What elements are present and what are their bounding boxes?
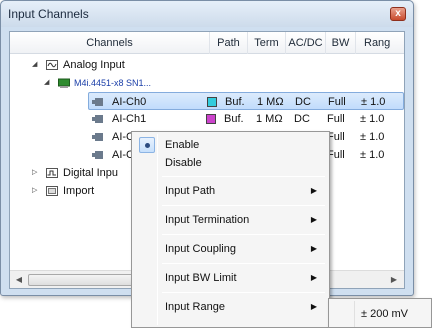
cell-range: ± 1.0 xyxy=(360,131,385,143)
expand-open-icon[interactable]: ◢ xyxy=(32,61,40,69)
cell-term: 1 MΩ xyxy=(257,96,284,108)
cell-range: ± 1.0 xyxy=(361,96,386,108)
menu-separator xyxy=(162,292,325,293)
menu-separator xyxy=(162,176,325,177)
cell-bw: Full xyxy=(328,96,346,108)
menu-item-input-termination[interactable]: Input Termination ▶ xyxy=(134,209,327,231)
input-range-submenu: ± 200 mV xyxy=(328,298,432,328)
channel-context-menu: Enable Disable Input Path ▶ Input Termin… xyxy=(131,131,330,328)
tree-item-device[interactable]: ◢ M4i.4451-x8 SN1... xyxy=(10,74,404,92)
submenu-arrow-icon: ▶ xyxy=(310,244,317,253)
channel-color-swatch[interactable] xyxy=(207,97,217,107)
scroll-right-icon[interactable]: ▶ xyxy=(388,274,400,286)
channel-name: AI-Ch1 xyxy=(112,113,147,125)
submenu-arrow-icon: ▶ xyxy=(310,215,317,224)
menu-separator xyxy=(162,234,325,235)
cell-acdc: DC xyxy=(295,96,311,108)
connector-icon xyxy=(92,115,103,123)
import-icon xyxy=(46,186,58,196)
tree-item-label: Analog Input xyxy=(63,59,125,71)
expand-open-icon[interactable]: ◢ xyxy=(44,79,52,87)
channel-row-ch0[interactable]: AI-Ch0 Buf. 1 MΩ DC Full ± 1.0 xyxy=(88,92,404,110)
menu-separator xyxy=(162,263,325,264)
card-icon xyxy=(58,78,70,88)
close-button[interactable]: x xyxy=(390,7,406,21)
expand-closed-icon[interactable]: ▷ xyxy=(32,169,40,177)
close-icon: x xyxy=(395,8,401,19)
menu-separator xyxy=(162,205,325,206)
connector-icon xyxy=(92,133,103,141)
menu-item-disable[interactable]: Disable xyxy=(134,152,327,174)
column-header-term[interactable]: Term xyxy=(248,32,286,54)
tree-item-label: Import xyxy=(63,185,95,197)
digital-signal-icon xyxy=(46,168,58,178)
radio-checked-icon xyxy=(139,137,155,153)
menu-item-input-coupling[interactable]: Input Coupling ▶ xyxy=(134,238,327,260)
cell-path: Buf. xyxy=(224,113,244,125)
connector-icon xyxy=(92,98,103,106)
title-bar[interactable]: Input Channels x xyxy=(1,1,413,27)
scroll-left-icon[interactable]: ◀ xyxy=(13,274,25,286)
cell-range: ± 1.0 xyxy=(360,113,385,125)
column-header-acdc[interactable]: AC/DC xyxy=(286,32,326,54)
submenu-arrow-icon: ▶ xyxy=(310,302,317,311)
connector-icon xyxy=(92,151,103,159)
cell-term: 1 MΩ xyxy=(256,113,283,125)
window-title: Input Channels xyxy=(8,7,89,21)
cell-range: ± 1.0 xyxy=(360,149,385,161)
tree-item-label: Digital Inpu xyxy=(63,167,119,179)
channel-name: AI-Ch0 xyxy=(112,96,147,108)
cell-acdc: DC xyxy=(294,113,310,125)
device-label: M4i.4451-x8 SN1... xyxy=(74,78,152,88)
analog-signal-icon xyxy=(46,60,58,70)
column-header-bw[interactable]: BW xyxy=(326,32,356,54)
menu-item-input-path[interactable]: Input Path ▶ xyxy=(134,180,327,202)
channel-row-ch1[interactable]: AI-Ch1 Buf. 1 MΩ DC Full ± 1.0 xyxy=(89,110,404,128)
menu-item-input-range[interactable]: Input Range ▶ xyxy=(134,296,327,318)
channel-color-swatch[interactable] xyxy=(206,114,216,124)
expand-closed-icon[interactable]: ▷ xyxy=(32,187,40,195)
tree-item-analog-input[interactable]: ◢ Analog Input xyxy=(10,56,404,74)
column-header-channels[interactable]: Channels xyxy=(10,32,210,54)
cell-bw: Full xyxy=(327,113,345,125)
menu-item-input-bw-limit[interactable]: Input BW Limit ▶ xyxy=(134,267,327,289)
column-header: Channels Path Term AC/DC BW Rang xyxy=(10,32,404,54)
column-header-path[interactable]: Path xyxy=(210,32,248,54)
cell-path: Buf. xyxy=(225,96,245,108)
submenu-arrow-icon: ▶ xyxy=(310,273,317,282)
submenu-item-range[interactable]: ± 200 mV xyxy=(361,308,408,320)
menu-gutter xyxy=(354,301,355,327)
submenu-arrow-icon: ▶ xyxy=(310,186,317,195)
column-header-range[interactable]: Rang xyxy=(356,32,404,54)
